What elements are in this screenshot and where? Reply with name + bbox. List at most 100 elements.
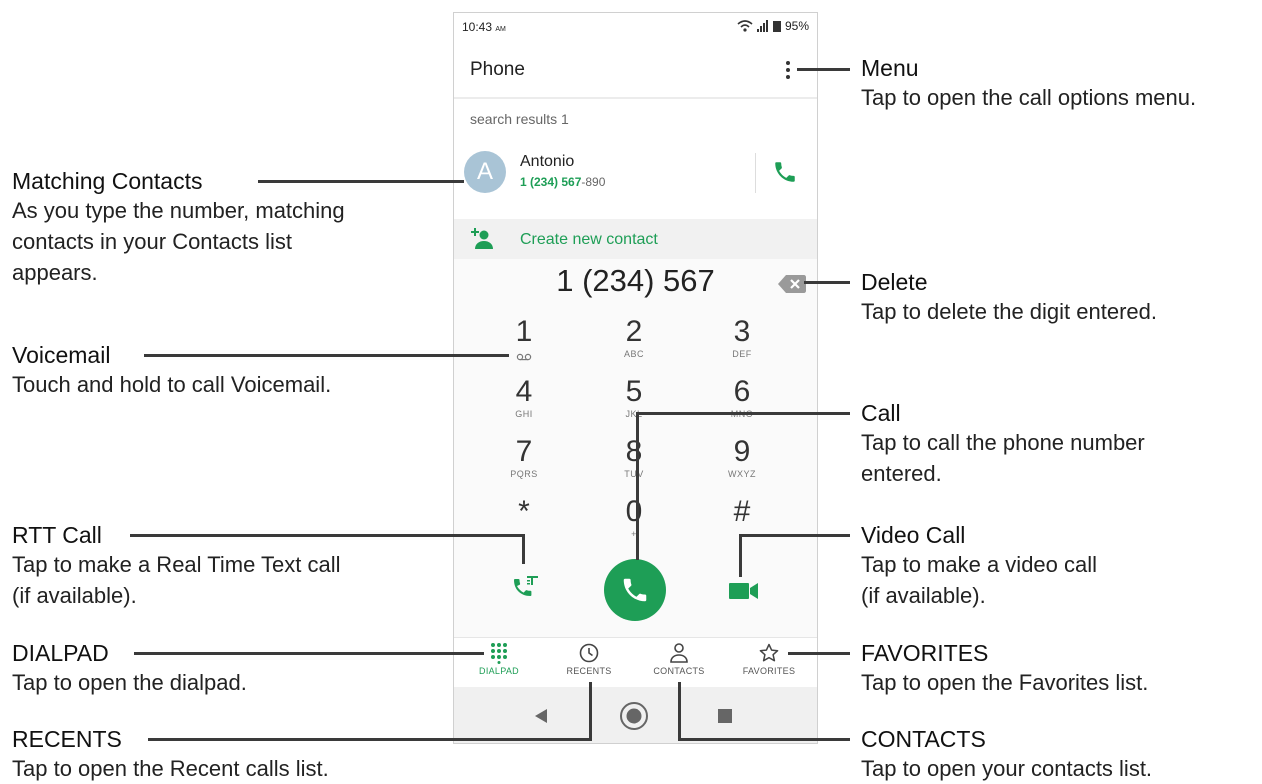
more-options-icon[interactable] [780, 59, 796, 81]
annotation-title: Call [861, 400, 901, 426]
backspace-icon[interactable] [778, 275, 806, 293]
annotation-title: FAVORITES [861, 640, 989, 666]
app-bar: Phone [454, 41, 817, 97]
leader-line [797, 68, 850, 71]
avatar: A [464, 151, 506, 193]
divider [755, 153, 756, 193]
dialpad-key[interactable]: # [697, 496, 787, 528]
key-digit: 0 [625, 495, 643, 528]
dialpad-key[interactable]: 8 TUV [589, 436, 679, 480]
annotation-desc: Touch and hold to call Voicemail. [12, 372, 332, 397]
battery-level: 95% [784, 19, 809, 33]
key-digit: 5 [625, 375, 643, 408]
annotation-desc: Tap to make a video call (if available). [861, 552, 1098, 608]
annotation-desc: Tap to call the phone number entered. [861, 430, 1145, 486]
status-time: 10:43 AM [462, 20, 506, 34]
tab-label: DIALPAD [479, 666, 519, 676]
leader-line [636, 412, 850, 415]
tab-label: RECENTS [566, 666, 612, 676]
phone-screen: 10:43 AM 95% Phone search results 1 A An… [453, 12, 818, 744]
dialpad-key[interactable]: 4 GHI [479, 376, 569, 420]
dialpad-key[interactable]: 1 [479, 316, 569, 366]
annotation-desc: Tap to open your contacts list. [861, 756, 1153, 781]
dialpad-icon [491, 643, 507, 664]
add-person-icon [471, 228, 493, 249]
key-letters: WXYZ [728, 469, 756, 479]
key-letters: GHI [515, 409, 533, 419]
tab-favorites[interactable]: FAVORITES [724, 642, 814, 676]
create-contact-row[interactable]: Create new contact [454, 219, 817, 259]
contact-number: 1 (234) 567-890 [520, 175, 606, 189]
status-bar: 10:43 AM 95% [454, 13, 817, 41]
status-icons: 95% [737, 19, 809, 33]
key-letters: + [631, 529, 637, 539]
key-digit: 7 [515, 435, 533, 468]
key-letters: DEF [732, 349, 752, 359]
tab-contacts[interactable]: CONTACTS [634, 642, 724, 676]
leader-line [589, 682, 592, 741]
dialed-number: 1 (234) 567 [556, 263, 715, 298]
dialpad-key[interactable]: 7 PQRS [479, 436, 569, 480]
key-digit: 9 [733, 435, 751, 468]
annotation-desc: Tap to delete the digit entered. [861, 299, 1157, 324]
annotation-title: Voicemail [12, 342, 111, 368]
tab-label: FAVORITES [742, 666, 796, 676]
annotation-video-call: Video Call Tap to make a video call (if … [861, 521, 1097, 611]
annotation-desc: Tap to open the dialpad. [12, 670, 247, 695]
key-letters: TUV [624, 469, 644, 479]
key-digit: # [733, 495, 751, 528]
back-icon[interactable] [534, 708, 548, 724]
annotation-rtt-call: RTT Call Tap to make a Real Time Text ca… [12, 521, 341, 611]
app-title: Phone [470, 59, 525, 80]
annotation-title: RECENTS [12, 726, 122, 752]
video-call-icon[interactable] [729, 580, 759, 602]
key-digit: 2 [625, 315, 643, 348]
leader-line [739, 534, 850, 537]
annotation-title: Matching Contacts [12, 168, 203, 194]
annotation-title: Menu [861, 55, 919, 81]
annotation-matching-contacts: Matching Contacts As you type the number… [12, 167, 345, 288]
results-caption: search results 1 [470, 111, 569, 127]
system-nav-bar [454, 687, 817, 743]
annotation-desc: Tap to make a Real Time Text call (if av… [12, 552, 341, 608]
key-digit: * [518, 495, 530, 528]
tab-label: CONTACTS [653, 666, 705, 676]
dialpad-key[interactable]: 0 + [589, 496, 679, 540]
key-digit: 4 [515, 375, 533, 408]
star-icon [759, 643, 779, 662]
annotation-call: Call Tap to call the phone number entere… [861, 399, 1145, 489]
dialpad-key[interactable]: * [479, 496, 569, 528]
annotation-title: Delete [861, 269, 928, 295]
call-button[interactable] [604, 559, 666, 621]
bottom-tabs: DIALPAD RECENTS CONTACTS FAVORITES [454, 637, 817, 688]
tab-recents[interactable]: RECENTS [544, 642, 634, 676]
key-digit: 8 [625, 435, 643, 468]
leader-line [804, 281, 850, 284]
annotation-menu: Menu Tap to open the call options menu. [861, 54, 1196, 113]
annotation-recents: RECENTS Tap to open the Recent calls lis… [12, 725, 329, 784]
leader-line [522, 534, 525, 564]
tab-dialpad[interactable]: DIALPAD [454, 642, 544, 676]
annotation-title: Video Call [861, 522, 966, 548]
annotation-desc: As you type the number, matching contact… [12, 198, 345, 285]
phone-icon [623, 578, 647, 602]
key-letters: ABC [623, 349, 644, 359]
contact-result-row[interactable]: A Antonio 1 (234) 567-890 [454, 143, 817, 203]
key-digit: 6 [733, 375, 751, 408]
annotation-favorites: FAVORITES Tap to open the Favorites list… [861, 639, 1148, 698]
leader-line [636, 412, 639, 560]
phone-icon[interactable] [772, 159, 798, 185]
dialpad-key[interactable]: 3 DEF [697, 316, 787, 360]
dialpad-key[interactable]: 9 WXYZ [697, 436, 787, 480]
key-digit: 1 [515, 315, 533, 348]
annotation-delete: Delete Tap to delete the digit entered. [861, 268, 1157, 327]
overview-icon[interactable] [718, 709, 732, 723]
home-icon[interactable] [619, 701, 649, 731]
clock-icon [579, 643, 599, 663]
annotation-desc: Tap to open the Favorites list. [861, 670, 1149, 695]
annotation-dialpad: DIALPAD Tap to open the dialpad. [12, 639, 247, 698]
rtt-call-icon[interactable] [512, 574, 540, 604]
annotation-title: CONTACTS [861, 726, 986, 752]
dialpad-key[interactable]: 2 ABC [589, 316, 679, 360]
wifi-icon [737, 20, 753, 32]
